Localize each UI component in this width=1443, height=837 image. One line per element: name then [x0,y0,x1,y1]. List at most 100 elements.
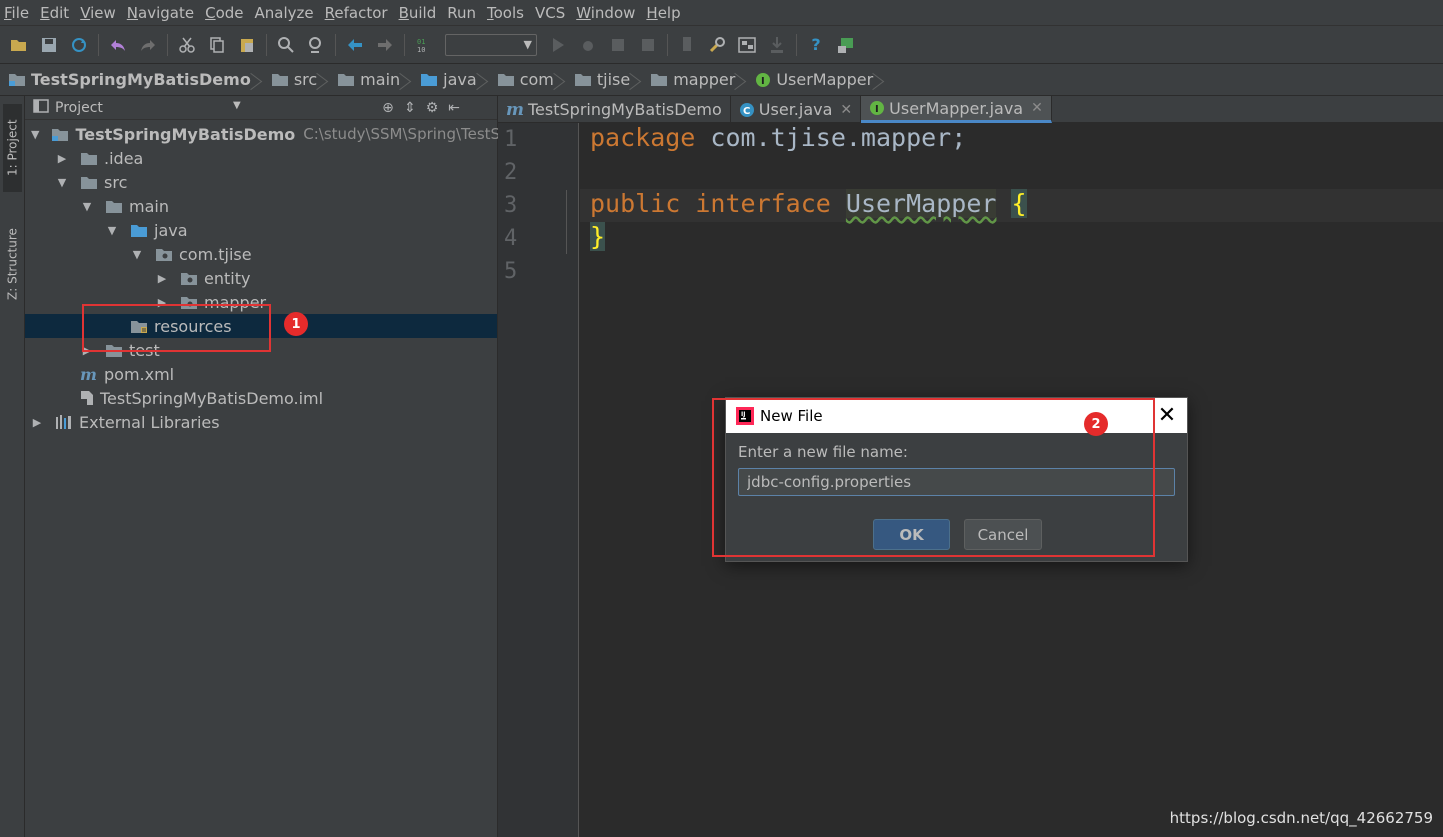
collapse-arrow-icon[interactable]: ▶ [156,272,168,285]
line-number: 5 [504,259,518,284]
redo-icon[interactable] [135,32,161,58]
expand-arrow-icon[interactable]: ▼ [106,224,118,237]
breadcrumb-separator [634,64,644,96]
svg-text:I: I [761,76,765,87]
annotation-badge-2: 2 [1084,412,1108,436]
tree-item-label: com.tjise [179,244,252,264]
tab-usermapper-java[interactable]: I UserMapper.java ✕ [861,96,1052,123]
menu-window[interactable]: Window [572,2,642,24]
tree-item-testspringmybatisdemo[interactable]: ▼ TestSpringMyBatisDemo C:\study\SSM\Sprin… [25,122,529,146]
tree-item-external-libraries[interactable]: ▶ External Libraries [25,410,497,434]
copy-icon[interactable] [204,32,230,58]
tree-item-pom-xml[interactable]: m pom.xml [25,362,497,386]
project-tool-tab[interactable]: 1: Project [3,104,22,192]
expand-arrow-icon[interactable]: ▼ [131,248,143,261]
tree-item--idea[interactable]: ▶ .idea [25,146,497,170]
breadcrumb-label: UserMapper [776,70,874,89]
attach-debugger-icon[interactable] [674,32,700,58]
tree-item-java[interactable]: ▼ java [25,218,497,242]
tab-label: TestSpringMyBatisDemo [528,100,722,119]
collapse-all-icon[interactable]: ⇕ [399,100,421,116]
tree-item-label: .idea [104,148,144,168]
gear-icon[interactable]: ⚙ [421,100,443,116]
help-icon[interactable]: ? [803,32,829,58]
settings-wrench-icon[interactable] [704,32,730,58]
project-panel-title: Project [55,99,103,116]
menu-navigate[interactable]: Navigate [123,2,201,24]
open-folder-icon[interactable] [6,32,32,58]
tab-user-java[interactable]: C User.java ✕ [731,96,862,123]
cut-icon[interactable] [174,32,200,58]
menu-refactor[interactable]: Refactor [321,2,395,24]
undo-icon[interactable] [105,32,131,58]
watermark: https://blog.csdn.net/qq_42662759 [1169,809,1433,827]
chevron-down-icon[interactable]: ▼ [233,100,241,111]
tree-item-label: TestSpringMyBatisDemo [75,124,296,144]
line-number: 1 [504,127,518,152]
menu-analyze[interactable]: Analyze [251,2,321,24]
menu-file[interactable]: File [0,2,36,24]
sdk-download-icon[interactable] [764,32,790,58]
line-number: 4 [504,226,518,251]
annotation-badge-1: 1 [284,312,308,336]
run-config-select[interactable]: ▼ [445,33,537,56]
package-name: com.tjise.mapper; [695,123,967,152]
collapse-arrow-icon[interactable]: ▶ [31,416,43,429]
project-structure-icon[interactable] [734,32,760,58]
interface-icon: I [755,72,771,88]
replace-icon[interactable] [303,32,329,58]
project-path: C:\study\SSM\Spring\TestSprin [303,125,530,143]
structure-tool-tab[interactable]: Z: Structure [3,216,22,312]
breadcrumb-item-testspringmybatisdemo[interactable]: TestSpringMyBatisDemo [8,64,255,96]
tree-item-src[interactable]: ▼ src [25,170,497,194]
save-all-icon[interactable] [36,32,62,58]
tree-item-entity[interactable]: ▶ entity [25,266,497,290]
menu-run[interactable]: Run [443,2,483,24]
tab-testspringmybatisdemo[interactable]: m TestSpringMyBatisDemo [498,96,731,123]
interface-icon: I [869,100,885,116]
stop-icon[interactable] [635,32,661,58]
project-view-icon [33,98,49,117]
plugin-icon[interactable] [833,32,859,58]
expand-arrow-icon[interactable]: ▼ [81,200,93,213]
expand-arrow-icon[interactable]: ▼ [31,128,39,141]
forward-icon[interactable] [372,32,398,58]
maven-icon: m [80,367,98,382]
menu-edit[interactable]: Edit [36,2,76,24]
menu-help[interactable]: Help [642,2,687,24]
paste-icon[interactable] [234,32,260,58]
find-icon[interactable] [273,32,299,58]
keyword-public: public [590,189,681,218]
debug-icon[interactable] [575,32,601,58]
tree-item-testspringmybatisdemo-iml[interactable]: TestSpringMyBatisDemo.iml [25,386,497,410]
menu-tools[interactable]: Tools [483,2,531,24]
tree-item-label: External Libraries [79,412,220,432]
locate-file-icon[interactable]: ⊕ [377,100,399,116]
build-project-icon[interactable]: 01 10 [411,32,437,58]
breadcrumb-separator [321,64,331,96]
tab-label: User.java [758,100,833,119]
tree-item-main[interactable]: ▼ main [25,194,497,218]
run-icon[interactable] [545,32,571,58]
tree-item-com-tjise[interactable]: ▼ com.tjise [25,242,497,266]
toolbar-separator [667,33,668,56]
menu-view[interactable]: View [76,2,123,24]
collapse-arrow-icon[interactable]: ▶ [56,152,68,165]
menu-vcs[interactable]: VCS [531,2,572,24]
menu-build[interactable]: Build [395,2,444,24]
close-tab-icon[interactable]: ✕ [1031,100,1043,116]
tab-label: UserMapper.java [889,98,1024,118]
folder-icon [80,175,98,190]
line-number: 3 [504,193,518,218]
hide-panel-icon[interactable]: ⇤ [443,100,465,116]
breadcrumb-item-usermapper[interactable]: I UserMapper [755,64,877,96]
close-tab-icon[interactable]: ✕ [840,102,852,118]
project-panel-header[interactable]: Project ▼ ⊕ ⇕ ⚙ ⇤ [25,96,497,120]
expand-arrow-icon[interactable]: ▼ [56,176,68,189]
back-icon[interactable] [342,32,368,58]
coverage-icon[interactable] [605,32,631,58]
breadcrumb-separator [739,64,749,96]
open-brace: { [1011,189,1027,218]
menu-code[interactable]: Code [201,2,250,24]
sync-icon[interactable] [66,32,92,58]
